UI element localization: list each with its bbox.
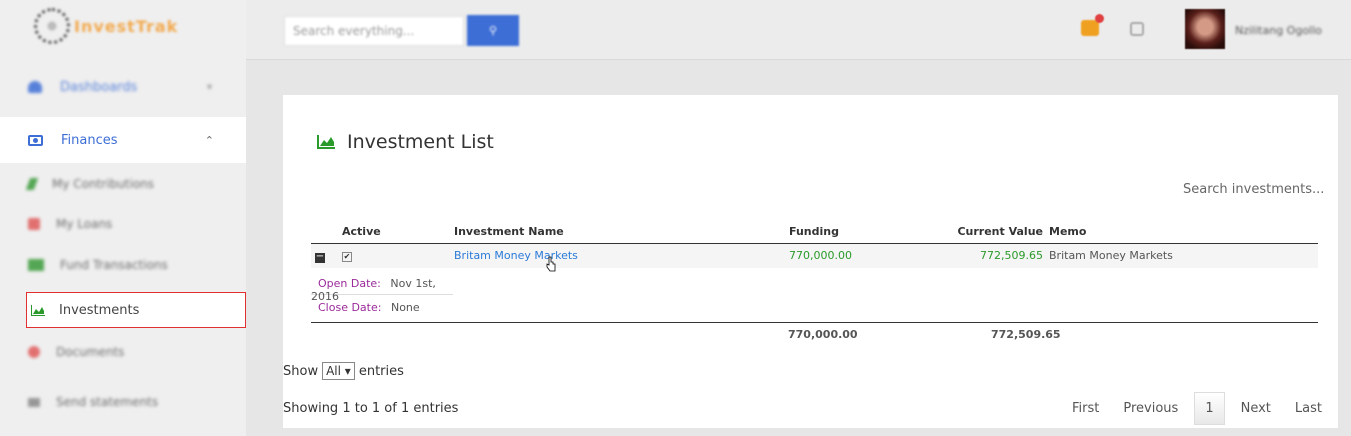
pager-first[interactable]: First [1060,392,1111,425]
funding-value: 770,000.00 [789,249,852,263]
sidebar-item-investments[interactable]: Investments [26,292,246,328]
topbar: Search everything... ⚲ Nzilitang Ogollo [246,0,1351,60]
dashboard-icon [28,81,42,93]
sidebar-item-fund-transactions[interactable]: Fund Transactions [0,245,246,285]
hand-cursor-icon [546,256,556,272]
investment-table: Active Investment Name Funding Current V… [311,221,1318,268]
pager-previous[interactable]: Previous [1111,392,1190,425]
avatar[interactable] [1185,9,1225,49]
collapse-icon[interactable]: − [315,251,325,263]
sidebar-item-label: Finances [61,132,118,148]
close-date-value: None [390,301,420,314]
pager-page-1[interactable]: 1 [1194,392,1225,425]
sidebar-item-contributions[interactable]: My Contributions [0,164,246,204]
sidebar-item-label: Fund Transactions [60,258,168,272]
pager-next[interactable]: Next [1229,392,1283,425]
page-title: Investment List [347,131,494,153]
page-length-control: Show All ▾ entries [283,362,404,380]
totals-divider [311,322,1318,323]
contributions-icon [25,178,39,190]
show-label: Show [283,363,319,379]
close-date-row: Close Date: None [311,296,453,320]
search-investments-input[interactable]: Search investments... [1183,182,1324,197]
sidebar-item-label: Send statements [56,395,159,409]
column-header-name[interactable]: Investment Name [454,221,789,244]
money-icon [28,134,43,146]
chevron-up-icon: ⌃ [204,133,214,147]
mail-icon [28,397,40,407]
sidebar-item-label: Documents [56,345,125,359]
notification-badge [1095,14,1104,23]
search-button[interactable]: ⚲ [467,15,519,46]
chevron-down-icon: ▾ [206,81,212,93]
area-chart-icon [317,135,335,149]
brand-logo[interactable]: InvestTrak [34,8,178,44]
sidebar-item-label: Dashboards [60,79,138,95]
column-header-toggle [311,221,342,244]
sidebar-item-send-statements[interactable]: Send statements [0,382,246,422]
pager-last[interactable]: Last [1283,392,1334,425]
search-icon: ⚲ [488,25,498,37]
global-search-input[interactable]: Search everything... [284,16,464,46]
column-header-memo[interactable]: Memo [1049,221,1318,244]
lock-icon[interactable] [1130,22,1144,36]
sidebar-item-loans[interactable]: My Loans [0,204,246,244]
logo-icon [34,8,70,44]
column-header-active[interactable]: Active [342,221,454,244]
open-date-row: Open Date: Nov 1st, 2016 [311,271,453,303]
sidebar-item-finances[interactable]: Finances ⌃ [0,117,246,163]
user-menu[interactable]: Nzilitang Ogollo [1235,24,1322,37]
table-info: Showing 1 to 1 of 1 entries [283,401,459,416]
page-length-select[interactable]: All ▾ [322,362,355,380]
memo-value: Britam Money Markets [1049,249,1173,263]
logo-text: InvestTrak [74,16,179,36]
sidebar-item-documents[interactable]: Documents [0,332,246,372]
entries-label: entries [358,363,404,379]
dropdown-arrow-icon: ▾ [344,364,351,378]
column-header-current-value[interactable]: Current Value [869,221,1049,244]
column-header-funding[interactable]: Funding [789,221,869,244]
sidebar-item-dashboards[interactable]: Dashboards ▾ [0,64,246,110]
current-value: 772,509.65 [980,249,1043,263]
pagination: First Previous 1 Next Last [1060,392,1334,425]
sidebar-item-label: My Contributions [52,177,155,191]
total-funding: 770,000.00 [788,328,858,341]
table-row: − ✔ Britam Money Markets 770,000.00 772,… [311,243,1318,268]
open-date-label: Open Date: [318,277,381,290]
close-date-label: Close Date: [318,301,382,314]
total-current-value: 772,509.65 [991,328,1061,341]
fund-transactions-icon [28,259,44,271]
documents-icon [28,346,40,358]
loans-icon [28,218,40,230]
sidebar: InvestTrak Dashboards ▾ Finances ⌃ My Co… [0,0,246,436]
investment-name-link[interactable]: Britam Money Markets [454,249,578,262]
active-checkbox[interactable]: ✔ [342,252,352,263]
sidebar-item-label: Investments [59,302,140,318]
area-chart-icon [31,304,45,316]
sidebar-item-label: My Loans [56,217,113,231]
page-length-value: All [326,364,341,378]
